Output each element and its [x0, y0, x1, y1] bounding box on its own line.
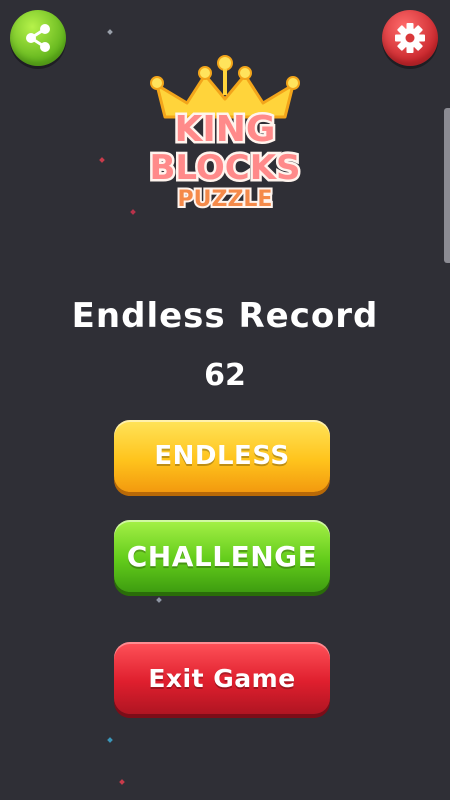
sparkle-decoration [119, 779, 125, 785]
share-button[interactable] [10, 10, 66, 66]
gear-icon [395, 23, 425, 53]
game-logo: KING BLOCKS PUZZLE [147, 55, 303, 214]
logo-line-2: BLOCKS [149, 148, 300, 188]
logo-line-1: KING [175, 109, 276, 150]
record-title: Endless Record [71, 296, 379, 336]
endless-button-label: ENDLESS [154, 441, 290, 471]
share-icon [26, 24, 50, 52]
sparkle-decoration [156, 597, 162, 603]
challenge-button-label: CHALLENGE [126, 539, 318, 573]
scrollbar[interactable] [444, 108, 450, 263]
exit-game-button[interactable]: Exit Game [114, 642, 330, 714]
settings-button[interactable] [382, 10, 438, 66]
endless-button[interactable]: ENDLESS [114, 420, 330, 492]
sparkle-decoration [99, 157, 105, 163]
logo-line-3: PUZZLE [178, 187, 273, 212]
record-value: 62 [204, 358, 246, 393]
challenge-button[interactable]: CHALLENGE [114, 520, 330, 592]
sparkle-decoration [107, 737, 113, 743]
exit-game-button-label: Exit Game [148, 663, 296, 693]
crown-icon [150, 55, 300, 119]
sparkle-decoration [107, 29, 113, 35]
